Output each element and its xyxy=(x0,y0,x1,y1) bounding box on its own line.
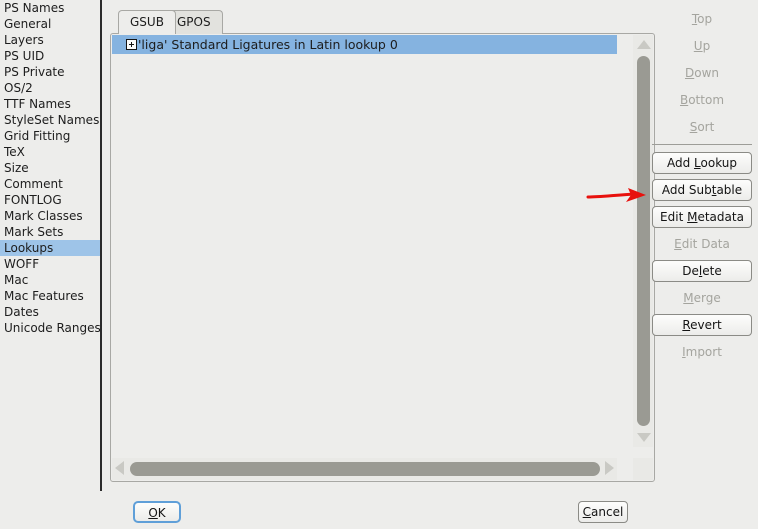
horizontal-scrollbar[interactable] xyxy=(112,458,617,480)
bottom-button: Bottom xyxy=(679,93,725,107)
sidebar-item-tex[interactable]: TeX xyxy=(0,144,100,160)
sidebar-item-general[interactable]: General xyxy=(0,16,100,32)
tab-gsub[interactable]: GSUB xyxy=(118,10,176,34)
up-button: Up xyxy=(693,39,711,53)
edit-data-button: Edit Data xyxy=(674,237,730,251)
sidebar-item-styleset-names[interactable]: StyleSet Names xyxy=(0,112,100,128)
top-button: Top xyxy=(691,12,713,26)
active-tab-seam xyxy=(119,32,165,35)
horizontal-scrollbar-thumb[interactable] xyxy=(130,462,600,476)
lookup-list-panel: 'liga' Standard Ligatures in Latin looku… xyxy=(110,33,655,482)
lookup-row-label: 'liga' Standard Ligatures in Latin looku… xyxy=(138,37,398,52)
merge-button: Merge xyxy=(683,291,721,305)
delete-button[interactable]: Delete xyxy=(652,260,752,282)
triangle-left-icon[interactable] xyxy=(115,461,124,475)
sidebar-item-dates[interactable]: Dates xyxy=(0,304,100,320)
sidebar-item-comment[interactable]: Comment xyxy=(0,176,100,192)
sidebar-item-fontlog[interactable]: FONTLOG xyxy=(0,192,100,208)
sidebar-divider xyxy=(100,0,102,491)
sidebar-item-woff[interactable]: WOFF xyxy=(0,256,100,272)
vertical-scrollbar-thumb[interactable] xyxy=(637,56,650,426)
sort-button: Sort xyxy=(689,120,715,134)
revert-button[interactable]: Revert xyxy=(652,314,752,336)
edit-metadata-button[interactable]: Edit Metadata xyxy=(652,206,752,228)
vertical-scrollbar[interactable] xyxy=(633,35,653,447)
lookup-list[interactable]: 'liga' Standard Ligatures in Latin looku… xyxy=(112,35,617,447)
import-button: Import xyxy=(682,345,722,359)
ok-button[interactable]: OK xyxy=(133,501,181,523)
sidebar-item-grid-fitting[interactable]: Grid Fitting xyxy=(0,128,100,144)
sidebar-item-mark-classes[interactable]: Mark Classes xyxy=(0,208,100,224)
scrollbar-corner xyxy=(633,458,653,480)
triangle-right-icon[interactable] xyxy=(605,461,614,475)
sidebar-item-size[interactable]: Size xyxy=(0,160,100,176)
sidebar-item-lookups[interactable]: Lookups xyxy=(0,240,100,256)
add-lookup-button[interactable]: Add Lookup xyxy=(652,152,752,174)
lookup-row[interactable]: 'liga' Standard Ligatures in Latin looku… xyxy=(112,35,617,54)
settings-category-sidebar[interactable]: PS Names General Layers PS UID PS Private OS/… xyxy=(0,0,100,529)
sidebar-item-mac-features[interactable]: Mac Features xyxy=(0,288,100,304)
sidebar-item-ttf-names[interactable]: TTF Names xyxy=(0,96,100,112)
sidebar-item-layers[interactable]: Layers xyxy=(0,32,100,48)
triangle-down-icon[interactable] xyxy=(637,433,651,442)
sidebar-item-ps-uid[interactable]: PS UID xyxy=(0,48,100,64)
sidebar-item-unicode-ranges[interactable]: Unicode Ranges xyxy=(0,320,100,336)
triangle-up-icon[interactable] xyxy=(637,40,651,49)
button-group-separator xyxy=(652,144,752,145)
sidebar-item-mark-sets[interactable]: Mark Sets xyxy=(0,224,100,240)
sidebar-item-mac[interactable]: Mac xyxy=(0,272,100,288)
sidebar-item-os-2[interactable]: OS/2 xyxy=(0,80,100,96)
expand-plus-icon[interactable] xyxy=(126,39,137,50)
sidebar-item-ps-names[interactable]: PS Names xyxy=(0,0,100,16)
down-button: Down xyxy=(684,66,719,80)
cancel-button[interactable]: Cancel xyxy=(578,501,628,523)
sidebar-item-ps-private[interactable]: PS Private xyxy=(0,64,100,80)
add-subtable-button[interactable]: Add Subtable xyxy=(652,179,752,201)
lookup-action-buttons: Top Up Down Bottom Sort Add Lookup Add Subtabl… xyxy=(652,8,752,368)
